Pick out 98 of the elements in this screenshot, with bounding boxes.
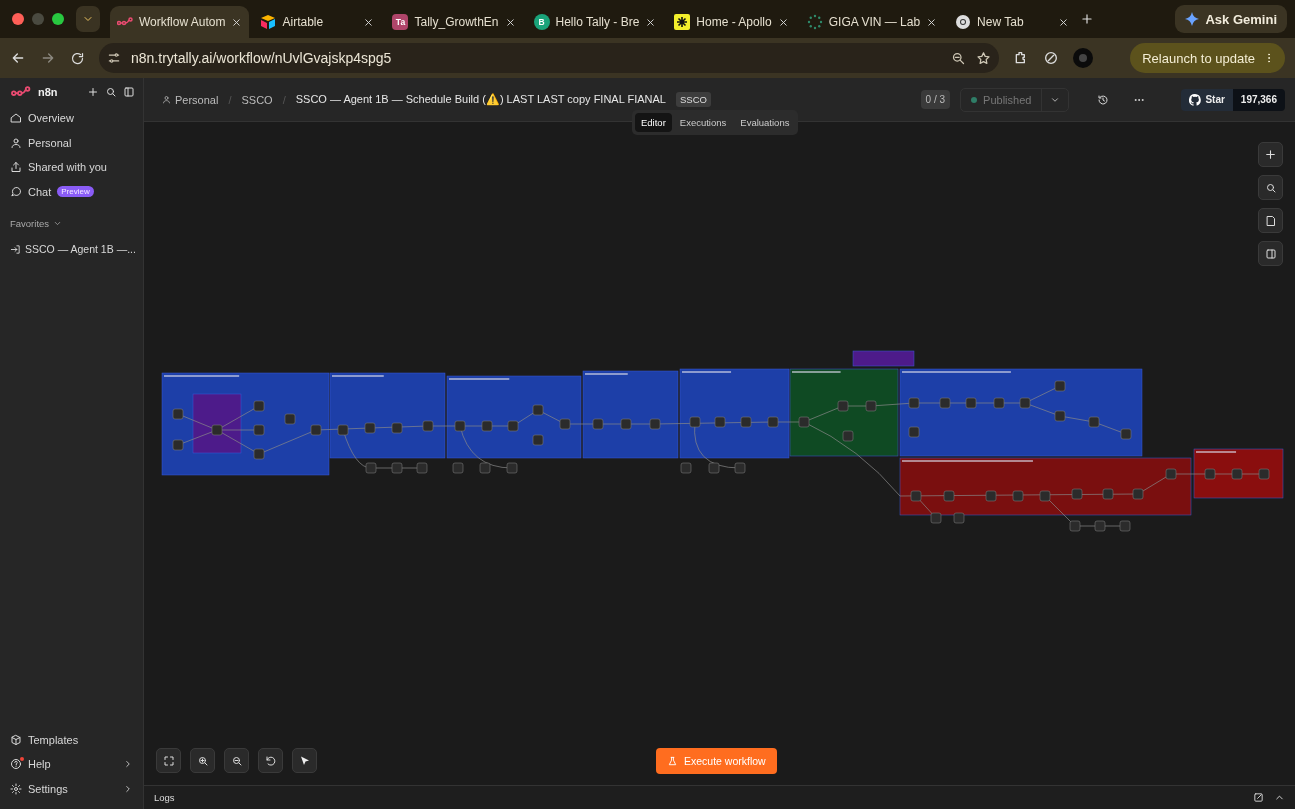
sidebar-item[interactable]: Shared with you [0, 155, 143, 180]
sidebar-item[interactable]: Settings [0, 776, 143, 801]
sidebar-item[interactable]: Overview [0, 106, 143, 131]
dots-ring-icon [806, 14, 823, 30]
logs-label: Logs [154, 792, 176, 803]
close-tab-icon[interactable] [231, 16, 243, 28]
github-icon [1189, 93, 1202, 106]
sparkle-icon [1185, 12, 1200, 26]
undo-icon [264, 754, 277, 767]
forward-icon[interactable] [40, 50, 56, 66]
back-icon[interactable] [10, 50, 26, 66]
notification-dot [20, 757, 24, 761]
browser-tab[interactable]: Ta Tally_GrowthEn [385, 6, 523, 38]
flask-icon [667, 755, 678, 767]
history-icon[interactable] [1097, 93, 1110, 106]
sun-icon [674, 14, 691, 30]
box-icon [10, 733, 22, 746]
breadcrumb-link[interactable]: SSCO [241, 93, 273, 106]
close-tab-icon[interactable] [926, 16, 938, 28]
add-node-button[interactable] [1258, 142, 1283, 167]
help-icon [10, 758, 22, 771]
note-icon [1264, 214, 1277, 227]
browser-tab[interactable]: GIGA VIN — Lab [799, 6, 945, 38]
workflow-logo-icon [10, 86, 32, 98]
maximize-window-icon [52, 13, 64, 25]
mode-tab[interactable]: Editor [635, 113, 672, 132]
close-window-icon [12, 13, 24, 25]
sidebar-item[interactable]: Templates [0, 727, 143, 752]
zoom-out-icon [230, 754, 243, 767]
chevron-right-icon [123, 759, 133, 770]
mode-tab[interactable]: Executions [673, 113, 733, 132]
zoom-out-button[interactable] [224, 748, 249, 773]
breadcrumb-separator: / [282, 93, 286, 106]
search-icon[interactable] [105, 86, 117, 98]
sticky-note-button[interactable] [1258, 208, 1283, 233]
enter-icon [10, 243, 21, 255]
workflow-title: SSCO — Agent 1B — Schedule Build (⚠) LAST LAST copy FINAL FIANAL [295, 93, 666, 106]
new-tab-icon[interactable] [1080, 12, 1095, 26]
close-tab-icon[interactable] [1058, 16, 1070, 28]
chat-bubble-icon [10, 185, 22, 198]
sidebar-item[interactable]: Chat Preview [0, 179, 143, 204]
tab-search-button[interactable] [76, 6, 100, 32]
sidebar-item[interactable]: Help [0, 752, 143, 777]
sidebar-item[interactable]: Personal [0, 130, 143, 155]
close-tab-icon[interactable] [504, 16, 516, 28]
sidebar-toggle-icon[interactable] [123, 86, 135, 98]
panel-toggle-button[interactable] [1258, 241, 1283, 266]
home-icon [10, 112, 22, 125]
address-field[interactable]: n8n.trytally.ai/workflow/nUvlGvajskp4spg5 [99, 43, 999, 73]
version-counter: 0 / 3 [920, 90, 951, 109]
app-icon: B [533, 14, 550, 30]
close-tab-icon[interactable] [363, 16, 375, 28]
add-icon[interactable] [87, 86, 99, 98]
pop-out-icon[interactable] [1253, 792, 1264, 803]
plus-icon [1264, 148, 1277, 161]
zoom-in-icon [196, 754, 209, 767]
minimize-window-icon [32, 13, 44, 25]
workflow-logo-icon [117, 17, 133, 27]
workflow-tag: SSCO [675, 92, 711, 107]
pointer-icon [298, 754, 311, 767]
mode-tab[interactable]: Evaluations [734, 113, 796, 132]
search-button[interactable] [1258, 175, 1283, 200]
star-icon [976, 50, 991, 66]
chevron-down-icon [53, 219, 63, 228]
reset-zoom-button[interactable] [258, 748, 283, 773]
cubes-icon [260, 15, 277, 29]
browser-logo-icon [955, 14, 972, 30]
browser-tab[interactable]: New Tab [948, 6, 1077, 38]
status-dot [971, 96, 978, 103]
breadcrumb-link[interactable]: Personal [162, 93, 219, 106]
settings-icon [10, 782, 22, 795]
browser-tab[interactable]: Workflow Autom [110, 6, 250, 38]
browser-tab[interactable]: Airtable [253, 6, 382, 38]
browser-tab[interactable]: B Hello Tally - Bre [526, 6, 664, 38]
panel-icon [1264, 247, 1277, 260]
app-logo-text: n8n [38, 86, 59, 98]
user-icon [10, 136, 22, 149]
pointer-button[interactable] [292, 748, 317, 773]
app-icon: Ta [392, 14, 409, 30]
close-tab-icon[interactable] [777, 16, 789, 28]
relaunch-button[interactable]: Relaunch to update [1130, 43, 1285, 73]
reload-icon[interactable] [70, 50, 85, 66]
site-settings-icon [107, 51, 121, 65]
search-icon [1264, 181, 1277, 194]
favorites-toggle[interactable]: Favorites [0, 204, 143, 237]
share-icon [10, 161, 22, 174]
user-icon [162, 95, 171, 104]
preview-badge: Preview [57, 186, 94, 198]
browser-tab[interactable]: Home - Apollo [667, 6, 796, 38]
breadcrumb-separator: / [228, 93, 232, 106]
close-tab-icon[interactable] [645, 16, 657, 28]
fit-view-button[interactable] [156, 748, 181, 773]
zoom-in-button[interactable] [190, 748, 215, 773]
favorite-item[interactable]: SSCO — Agent 1B —... [0, 237, 143, 262]
zoom-icon [951, 50, 966, 66]
chevron-right-icon [123, 783, 133, 794]
fit-view-icon [162, 754, 175, 767]
gemini-button[interactable]: Ask Gemini [1175, 5, 1287, 33]
